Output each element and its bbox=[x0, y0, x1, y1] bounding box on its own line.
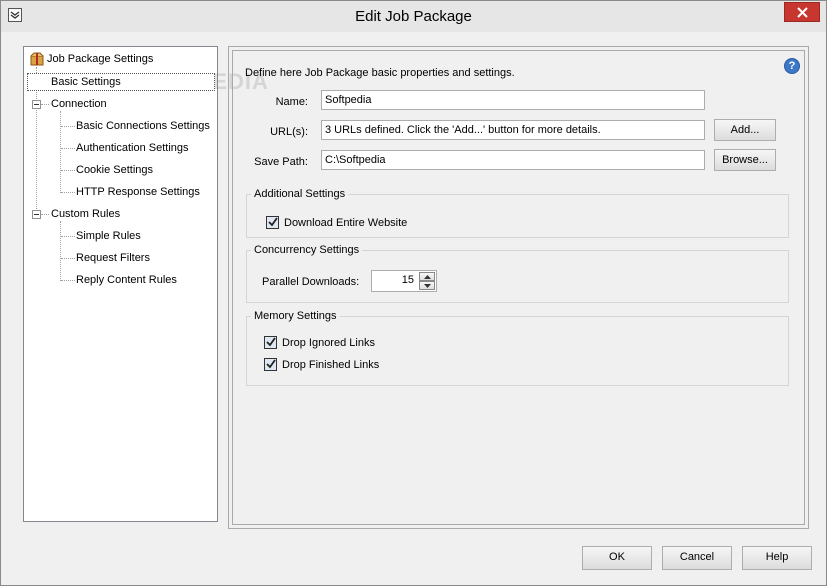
collapse-custom-rules-icon[interactable] bbox=[32, 210, 41, 219]
additional-settings-group: Additional Settings Download Entire Webs… bbox=[246, 187, 789, 238]
tree-item-authentication-settings[interactable]: Authentication Settings bbox=[76, 139, 189, 157]
tree-item-http-response-settings[interactable]: HTTP Response Settings bbox=[76, 183, 200, 201]
browse-button[interactable]: Browse... bbox=[714, 149, 776, 171]
name-label: Name: bbox=[275, 96, 308, 108]
package-icon bbox=[30, 52, 44, 66]
tree-item-connection[interactable]: Connection bbox=[51, 95, 107, 113]
tree-item-basic-connections-settings[interactable]: Basic Connections Settings bbox=[76, 117, 210, 135]
checkmark-icon bbox=[266, 359, 276, 369]
drop-ignored-links-label[interactable]: Drop Ignored Links bbox=[282, 336, 375, 350]
drop-finished-links-label[interactable]: Drop Finished Links bbox=[282, 358, 379, 372]
panel-description: Define here Job Package basic properties… bbox=[245, 67, 515, 79]
drop-ignored-links-checkbox[interactable] bbox=[264, 336, 277, 349]
parallel-downloads-value[interactable]: 15 bbox=[402, 274, 414, 286]
arrow-down-icon bbox=[424, 284, 431, 288]
checkmark-icon bbox=[266, 337, 276, 347]
urls-label: URL(s): bbox=[270, 126, 308, 138]
title-bar: Edit Job Package bbox=[1, 1, 826, 32]
tree-item-request-filters[interactable]: Request Filters bbox=[76, 249, 150, 267]
ok-button[interactable]: OK bbox=[582, 546, 652, 570]
help-icon[interactable]: ? bbox=[784, 58, 800, 74]
arrow-up-icon bbox=[424, 275, 431, 279]
urls-input[interactable]: 3 URLs defined. Click the 'Add...' butto… bbox=[321, 120, 705, 140]
settings-panel: ? Define here Job Package basic properti… bbox=[228, 46, 809, 529]
save-path-input[interactable]: C:\Softpedia bbox=[321, 150, 705, 170]
collapse-connection-icon[interactable] bbox=[32, 100, 41, 109]
tree-item-basic-settings[interactable]: Basic Settings bbox=[51, 73, 121, 91]
spin-up-button[interactable] bbox=[419, 272, 435, 281]
tree-item-custom-rules[interactable]: Custom Rules bbox=[51, 205, 120, 223]
close-icon bbox=[797, 7, 808, 18]
add-button[interactable]: Add... bbox=[714, 119, 776, 141]
download-entire-website-label[interactable]: Download Entire Website bbox=[284, 216, 407, 230]
name-input[interactable]: Softpedia bbox=[321, 90, 705, 110]
edit-job-package-dialog: Edit Job Package SOFTPEDIA Job Package S… bbox=[0, 0, 827, 586]
window-title: Edit Job Package bbox=[355, 8, 472, 25]
tree-item-reply-content-rules[interactable]: Reply Content Rules bbox=[76, 271, 177, 289]
tree-item-simple-rules[interactable]: Simple Rules bbox=[76, 227, 141, 245]
memory-settings-title: Memory Settings bbox=[251, 309, 340, 323]
cancel-button[interactable]: Cancel bbox=[662, 546, 732, 570]
checkmark-icon bbox=[268, 217, 278, 227]
help-button[interactable]: Help bbox=[742, 546, 812, 570]
parallel-downloads-spinner[interactable]: 15 bbox=[371, 270, 437, 292]
save-path-label: Save Path: bbox=[254, 156, 308, 168]
parallel-downloads-label: Parallel Downloads: bbox=[262, 276, 360, 288]
drop-finished-links-checkbox[interactable] bbox=[264, 358, 277, 371]
tree-root-job-package-settings[interactable]: Job Package Settings bbox=[47, 50, 153, 68]
settings-tree[interactable]: SOFTPEDIA Job Package Settings Basic Set… bbox=[23, 46, 268, 522]
memory-settings-group: Memory Settings Drop Ignored Links Drop … bbox=[246, 309, 789, 386]
download-entire-website-checkbox[interactable] bbox=[266, 216, 279, 229]
concurrency-settings-group: Concurrency Settings Parallel Downloads:… bbox=[246, 243, 789, 303]
concurrency-settings-title: Concurrency Settings bbox=[251, 243, 363, 257]
spin-down-button[interactable] bbox=[419, 281, 435, 290]
additional-settings-title: Additional Settings bbox=[251, 187, 349, 201]
settings-panel-inner: ? Define here Job Package basic properti… bbox=[232, 50, 805, 525]
close-button[interactable] bbox=[784, 2, 820, 22]
tree-item-cookie-settings[interactable]: Cookie Settings bbox=[76, 161, 153, 179]
